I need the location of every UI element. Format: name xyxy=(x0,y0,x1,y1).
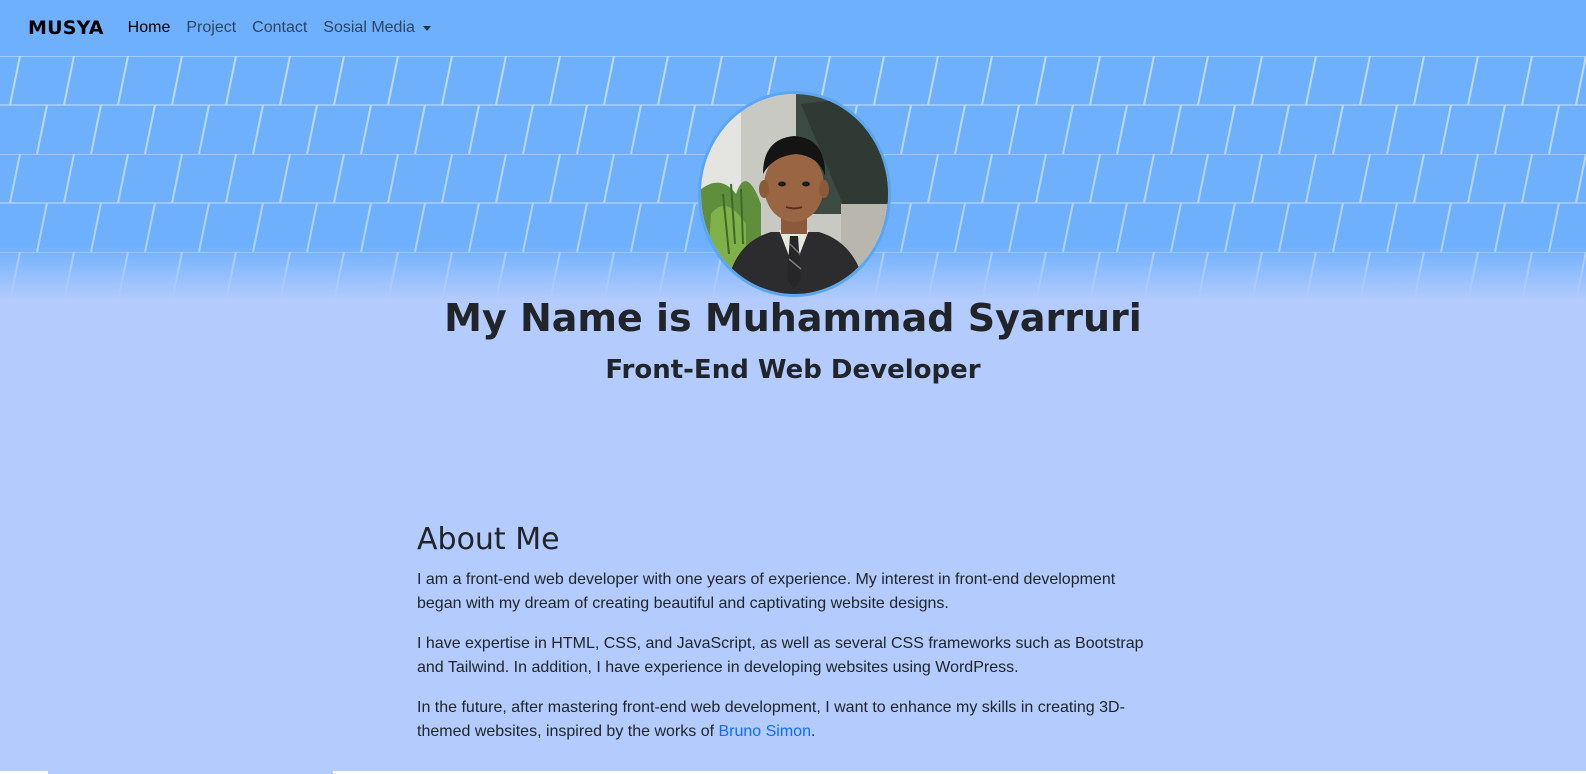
nav-dropdown-social-media[interactable]: Sosial Media xyxy=(323,19,431,37)
caret-down-icon xyxy=(422,25,431,31)
nav-link-project[interactable]: Project xyxy=(186,19,236,37)
about-paragraph-1: I am a front-end web developer with one … xyxy=(417,571,1116,612)
profile-photo xyxy=(698,91,891,297)
about-paragraph-2: I have expertise in HTML, CSS, and JavaS… xyxy=(417,635,1144,676)
navbar: MUSYA Home Project Contact Sosial Media xyxy=(0,0,1586,56)
about-paragraph-3: In the future, after mastering front-end… xyxy=(417,696,1147,744)
bruno-simon-link[interactable]: Bruno Simon xyxy=(718,723,811,740)
hero-subtitle: Front-End Web Developer xyxy=(605,355,981,385)
nav-link-home[interactable]: Home xyxy=(128,19,171,37)
nav-link-contact[interactable]: Contact xyxy=(252,19,307,37)
brand-logo[interactable]: MUSYA xyxy=(28,17,104,39)
nav-dropdown-label: Sosial Media xyxy=(323,19,415,36)
hero-title: My Name is Muhammad Syarruri xyxy=(444,296,1142,340)
about-paragraph-3-end: . xyxy=(810,723,816,740)
about-section: About Me I am a front-end web developer … xyxy=(417,522,1147,760)
about-heading: About Me xyxy=(417,522,560,557)
